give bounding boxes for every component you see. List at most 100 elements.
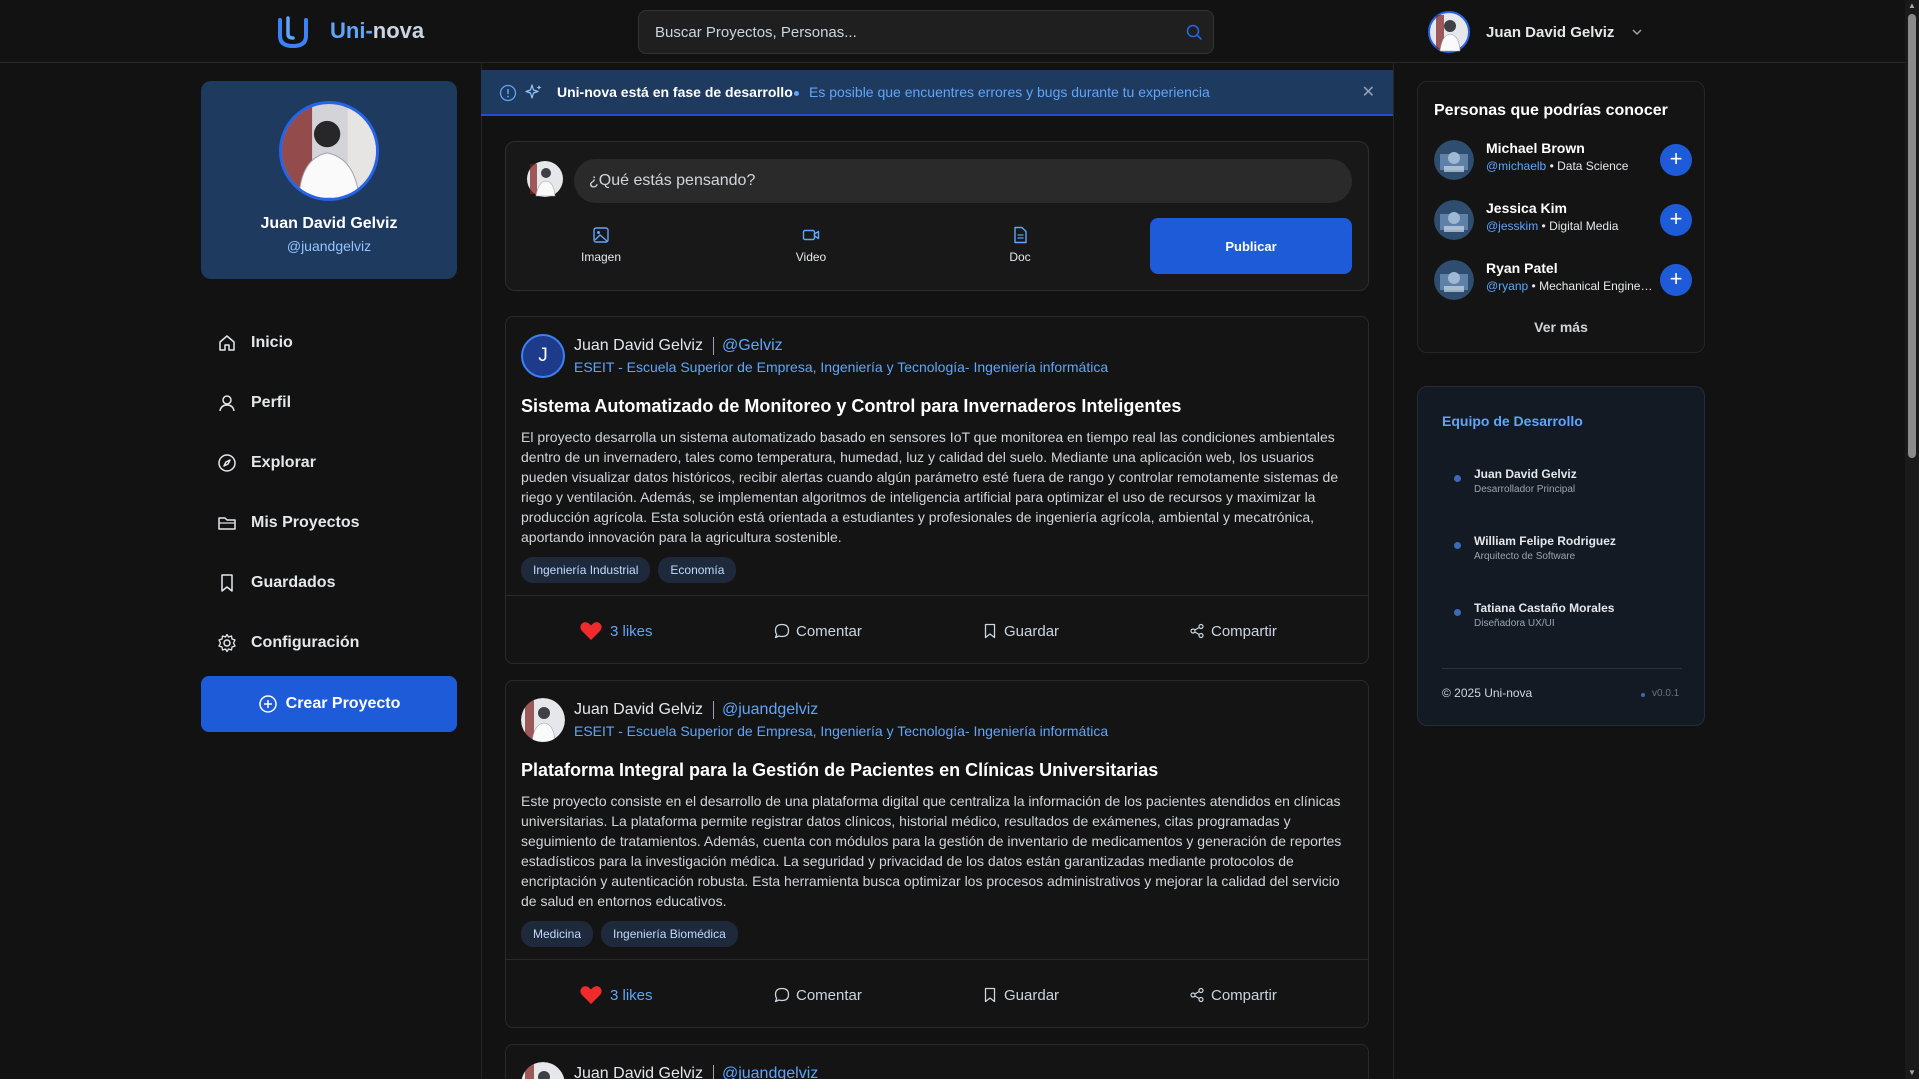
post-author-handle: @juandgelviz	[721, 1065, 819, 1079]
create-project-button[interactable]: Crear Proyecto	[201, 676, 457, 732]
suggested-person[interactable]: Jessica Kim @jesskim • Digital Media +	[1434, 198, 1692, 242]
sidebar-item-label: Explorar	[251, 454, 316, 471]
follow-button[interactable]: +	[1660, 204, 1692, 236]
save-button[interactable]: Guardar	[982, 973, 1059, 1017]
close-icon[interactable]: ✕	[1362, 82, 1375, 102]
scroll-down-arrow-icon[interactable]: ▼	[1908, 1069, 1916, 1077]
like-count: 3 likes	[610, 622, 653, 640]
post-tag[interactable]: Ingeniería Industrial	[521, 557, 651, 583]
post-tags: Medicina Ingeniería Biomédica	[521, 921, 738, 947]
app-logo[interactable]: Uni-nova	[276, 12, 424, 50]
user-menu[interactable]: Juan David Gelviz	[1428, 10, 1644, 54]
member-bullet	[1454, 475, 1461, 482]
user-name: Juan David Gelviz	[1486, 23, 1615, 41]
banner-message: Es posible que encuentres errores y bugs…	[809, 84, 1210, 100]
share-icon	[1190, 623, 1204, 639]
sidebar-item-label: Inicio	[251, 334, 293, 351]
post-tag[interactable]: Medicina	[521, 921, 594, 947]
team-title: Equipo de Desarrollo	[1442, 413, 1583, 429]
post-title[interactable]: Sistema Automatizado de Monitoreo y Cont…	[521, 396, 1351, 417]
chevron-down-icon[interactable]	[1630, 25, 1644, 39]
sidebar-item-configuracion[interactable]: Configuración	[201, 613, 457, 673]
sidebar-item-label: Configuración	[251, 634, 360, 651]
attach-doc-label: Doc	[1009, 250, 1031, 264]
post-author[interactable]: Juan David Gelviz @juandgelviz	[574, 1065, 818, 1079]
attach-image-button[interactable]: Imagen	[556, 226, 646, 264]
person-meta: @jesskim • Digital Media	[1486, 219, 1619, 233]
profile-name: Juan David Gelviz	[260, 215, 398, 232]
right-column-divider	[1393, 63, 1394, 1079]
sidebar-item-perfil[interactable]: Perfil	[201, 373, 457, 433]
share-label: Compartir	[1211, 986, 1277, 1004]
suggestions-title: Personas que podrías conocer	[1434, 102, 1668, 119]
left-column-divider	[481, 63, 482, 1079]
publish-button[interactable]: Publicar	[1150, 218, 1352, 274]
image-icon	[593, 227, 609, 243]
suggested-person[interactable]: Michael Brown @michaelb • Data Science +	[1434, 138, 1692, 182]
post-author[interactable]: Juan David Gelviz @juandgelviz	[574, 701, 818, 719]
comment-button[interactable]: Comentar	[774, 973, 862, 1017]
info-icon	[499, 84, 517, 102]
comment-label: Comentar	[796, 622, 862, 640]
comment-icon	[774, 623, 790, 639]
follow-button[interactable]: +	[1660, 144, 1692, 176]
save-label: Guardar	[1004, 622, 1060, 640]
author-avatar[interactable]	[521, 698, 565, 742]
post-tag[interactable]: Ingeniería Biomédica	[601, 921, 738, 947]
search-icon[interactable]	[1185, 23, 1203, 41]
bookmark-icon	[984, 623, 996, 639]
attach-video-button[interactable]: Video	[766, 226, 856, 264]
like-count: 3 likes	[610, 986, 653, 1004]
sidebar-item-mis-proyectos[interactable]: Mis Proyectos	[201, 493, 457, 553]
like-button[interactable]: 3 likes	[578, 609, 653, 653]
person-meta: @michaelb • Data Science	[1486, 159, 1629, 173]
post-author[interactable]: Juan David Gelviz @Gelviz	[574, 337, 783, 355]
dev-team-card: Equipo de Desarrollo Juan David Gelviz D…	[1417, 386, 1705, 726]
scroll-thumb[interactable]	[1908, 14, 1916, 458]
sidebar-item-inicio[interactable]: Inicio	[201, 313, 457, 373]
sidebar-item-label: Mis Proyectos	[251, 514, 360, 531]
composer-input[interactable]	[574, 159, 1352, 203]
scroll-up-arrow-icon[interactable]: ▲	[1908, 2, 1916, 10]
like-button[interactable]: 3 likes	[578, 973, 653, 1017]
plus-circle-icon	[258, 695, 277, 713]
follow-button[interactable]: +	[1660, 264, 1692, 296]
gear-icon	[218, 633, 236, 653]
attach-doc-button[interactable]: Doc	[975, 226, 1065, 264]
sidebar-item-explorar[interactable]: Explorar	[201, 433, 457, 493]
post-institution: ESEIT - Escuela Superior de Empresa, Ing…	[574, 359, 1109, 375]
page-scrollbar[interactable]: ▲ ▼	[1905, 0, 1919, 1079]
avatar	[1434, 140, 1474, 180]
post-card: Juan David Gelviz @juandgelviz	[505, 1044, 1369, 1079]
search-input[interactable]	[655, 11, 1175, 53]
member-bullet	[1454, 542, 1461, 549]
profile-card[interactable]: Juan David Gelviz @juandgelviz	[201, 81, 457, 279]
sidebar-item-label: Guardados	[251, 574, 336, 591]
post-institution: ESEIT - Escuela Superior de Empresa, Ing…	[574, 723, 1109, 739]
post-author-name: Juan David Gelviz	[574, 701, 703, 718]
avatar	[1434, 260, 1474, 300]
person-name: Michael Brown	[1486, 140, 1585, 156]
post-author-name: Juan David Gelviz	[574, 1065, 703, 1079]
document-icon	[1014, 226, 1027, 244]
author-avatar[interactable]: J	[521, 334, 565, 378]
sidebar-item-guardados[interactable]: Guardados	[201, 553, 457, 613]
comment-button[interactable]: Comentar	[774, 609, 862, 653]
post-actions: 3 likes Comentar Guardar Compartir	[506, 609, 1368, 653]
author-avatar[interactable]	[521, 1062, 565, 1079]
profile-avatar	[279, 101, 379, 201]
author-separator	[712, 1065, 714, 1079]
suggested-person[interactable]: Ryan Patel @ryanp • Mechanical Engineeri…	[1434, 258, 1692, 302]
see-more-link[interactable]: Ver más	[1418, 319, 1704, 335]
share-button[interactable]: Compartir	[1189, 609, 1277, 653]
banner-separator-dot	[794, 91, 799, 96]
post-body: Este proyecto consiste en el desarrollo …	[521, 793, 1342, 909]
post-tag[interactable]: Economía	[658, 557, 737, 583]
post-title[interactable]: Plataforma Integral para la Gestión de P…	[521, 760, 1351, 781]
post-author-name: Juan David Gelviz	[574, 337, 703, 354]
share-button[interactable]: Compartir	[1189, 973, 1277, 1017]
share-icon	[1190, 987, 1204, 1003]
comment-label: Comentar	[796, 986, 862, 1004]
save-button[interactable]: Guardar	[982, 609, 1059, 653]
avatar	[1428, 11, 1470, 53]
